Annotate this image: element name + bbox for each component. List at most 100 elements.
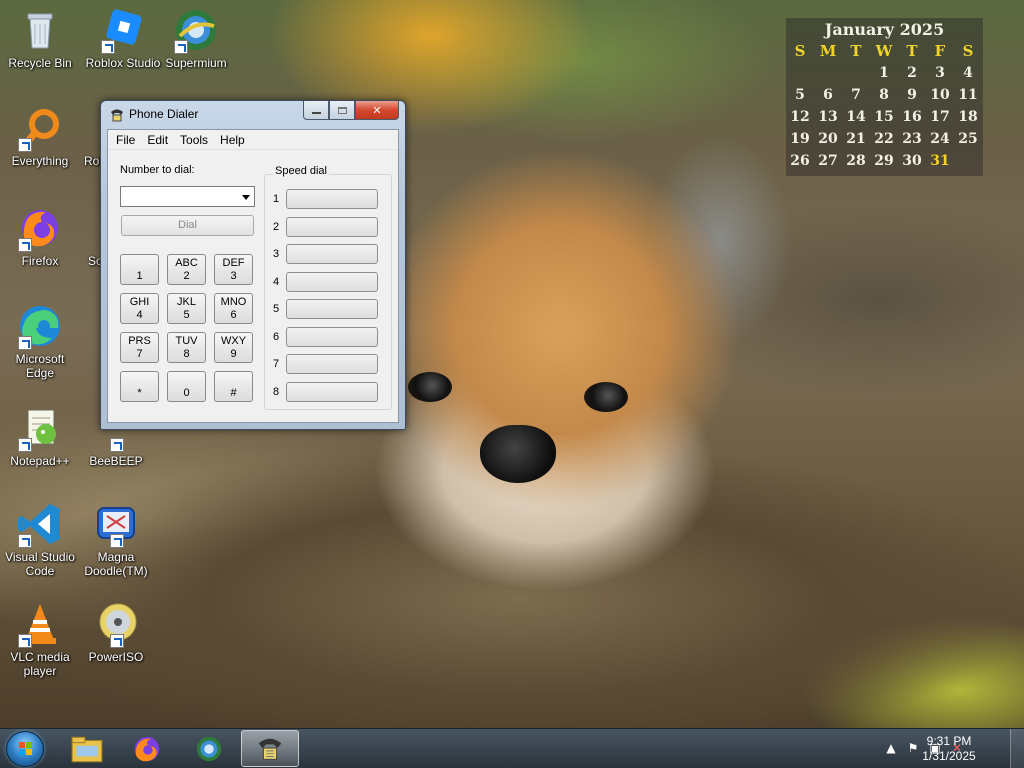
shortcut-arrow-icon bbox=[18, 336, 32, 350]
calendar-day: 1 bbox=[879, 65, 889, 81]
phone-dialer-window[interactable]: Phone Dialer ✕ File Edit Tools Help Numb… bbox=[100, 100, 406, 430]
menu-bar: File Edit Tools Help bbox=[108, 130, 398, 150]
desktop-icon-roblox-studio[interactable]: Roblox Studio bbox=[83, 6, 163, 70]
taskbar-phone-dialer-button[interactable] bbox=[241, 730, 299, 767]
calendar-day: 27 bbox=[818, 153, 838, 169]
menu-file[interactable]: File bbox=[110, 130, 141, 149]
speed-dial-button-2[interactable] bbox=[286, 216, 378, 237]
shortcut-arrow-icon bbox=[18, 534, 32, 548]
keypad-key-2[interactable]: ABC 2 bbox=[167, 254, 206, 285]
speed-dial-number: 8 bbox=[273, 385, 280, 398]
speed-dial-button-8[interactable] bbox=[286, 381, 378, 402]
show-hidden-icons-icon[interactable]: ▲ bbox=[884, 741, 898, 755]
calendar-day: 29 bbox=[874, 153, 894, 169]
desktop-icon-edge[interactable]: Microsoft Edge bbox=[0, 302, 80, 380]
everything-icon bbox=[16, 104, 64, 152]
key-letters: GHI bbox=[129, 296, 150, 308]
keypad-key-3[interactable]: DEF 3 bbox=[214, 254, 253, 285]
speed-dial-button-3[interactable] bbox=[286, 244, 378, 264]
supermium-icon bbox=[196, 736, 222, 761]
keypad-key-0[interactable]: 0 bbox=[167, 371, 206, 402]
key-digit: 5 bbox=[183, 309, 190, 321]
key-letters: MNO bbox=[220, 296, 247, 308]
key-digit: 2 bbox=[183, 270, 190, 282]
fox-nose bbox=[480, 425, 556, 483]
clock-date: 1/31/2025 bbox=[922, 749, 976, 763]
window-titlebar[interactable]: Phone Dialer ✕ bbox=[101, 101, 405, 127]
menu-help[interactable]: Help bbox=[214, 130, 251, 149]
calendar-day: 6 bbox=[823, 87, 833, 103]
speed-dial-button-7[interactable] bbox=[286, 354, 378, 374]
key-letters: TUV bbox=[175, 335, 198, 347]
keypad-key-9[interactable]: WXY 9 bbox=[214, 332, 253, 363]
keypad-key-star[interactable]: * bbox=[120, 371, 159, 402]
explorer-icon bbox=[71, 736, 103, 762]
taskbar-supermium-button[interactable] bbox=[180, 730, 238, 767]
desktop-icon-roblox[interactable]: Rol bbox=[62, 104, 102, 168]
desktop-icon-sc[interactable]: Sc bbox=[62, 204, 102, 268]
number-to-dial-label: Number to dial: bbox=[120, 164, 195, 176]
desktop-icon-recycle-bin[interactable]: Recycle Bin bbox=[0, 6, 80, 70]
start-button[interactable] bbox=[6, 731, 44, 767]
shortcut-arrow-icon bbox=[110, 634, 124, 648]
show-desktop-button[interactable] bbox=[1010, 729, 1024, 768]
taskbar-explorer-button[interactable] bbox=[58, 730, 116, 767]
key-letters bbox=[215, 374, 252, 387]
keypad-key-6[interactable]: MNO 6 bbox=[214, 293, 253, 324]
key-digit: 0 bbox=[183, 387, 190, 399]
minimize-button[interactable] bbox=[303, 101, 329, 120]
keypad-key-8[interactable]: TUV 8 bbox=[167, 332, 206, 363]
calendar-weekday: S bbox=[962, 42, 974, 60]
key-letters: PRS bbox=[128, 335, 151, 347]
menu-edit[interactable]: Edit bbox=[141, 130, 174, 149]
number-to-dial-combobox[interactable] bbox=[120, 186, 255, 207]
calendar-day: 11 bbox=[958, 87, 978, 103]
calendar-day: 3 bbox=[935, 65, 945, 81]
calendar-day: 12 bbox=[790, 109, 810, 125]
shortcut-arrow-icon bbox=[18, 634, 32, 648]
window-title: Phone Dialer bbox=[129, 107, 199, 121]
calendar-day: 24 bbox=[930, 131, 950, 147]
desktop-icon-magna-doodle[interactable]: Magna Doodle(TM) bbox=[76, 500, 156, 578]
clock-time: 9:31 PM bbox=[926, 734, 972, 748]
chevron-down-icon[interactable] bbox=[242, 195, 250, 200]
keypad-key-hash[interactable]: # bbox=[214, 371, 253, 402]
key-digit: 7 bbox=[136, 348, 143, 360]
calendar-day: 2 bbox=[907, 65, 917, 81]
desktop-icon-vscode[interactable]: Visual Studio Code bbox=[0, 500, 80, 578]
key-letters bbox=[121, 257, 158, 270]
close-button[interactable]: ✕ bbox=[355, 101, 399, 120]
dial-button[interactable]: Dial bbox=[121, 215, 254, 236]
firefox-icon bbox=[134, 736, 160, 761]
desktop-icon-vlc[interactable]: VLC media player bbox=[0, 600, 80, 678]
calendar-weekday: W bbox=[875, 42, 893, 60]
desktop-icon-supermium[interactable]: Supermium bbox=[156, 6, 236, 70]
minimize-icon bbox=[311, 111, 321, 114]
desktop-icon-notepad-plus-plus[interactable]: Notepad++ bbox=[0, 404, 80, 468]
keypad-key-5[interactable]: JKL 5 bbox=[167, 293, 206, 324]
taskbar-firefox-button[interactable] bbox=[118, 730, 176, 767]
maximize-button[interactable] bbox=[329, 101, 355, 120]
calendar-day: 15 bbox=[874, 109, 894, 125]
keypad-key-4[interactable]: GHI 4 bbox=[120, 293, 159, 324]
calendar-day: 30 bbox=[902, 153, 922, 169]
keypad-key-1[interactable]: 1 bbox=[120, 254, 159, 285]
edge-icon bbox=[16, 302, 64, 350]
keypad-key-7[interactable]: PRS 7 bbox=[120, 332, 159, 363]
desktop-icon-poweriso[interactable]: PowerISO bbox=[76, 600, 156, 664]
speed-dial-number: 5 bbox=[273, 303, 280, 315]
speed-dial-button-5[interactable] bbox=[286, 299, 378, 319]
calendar-gadget[interactable]: January 2025 S M T W T F S 1 2 3 4 5 6 7 8 9 10 11 12 13 14 1… bbox=[786, 18, 983, 176]
shortcut-arrow-icon bbox=[101, 40, 115, 54]
speed-dial-button-1[interactable] bbox=[286, 189, 378, 209]
menu-tools[interactable]: Tools bbox=[174, 130, 214, 149]
calendar-weekday: M bbox=[819, 42, 837, 60]
calendar-title: January 2025 bbox=[824, 20, 945, 39]
speed-dial-button-4[interactable] bbox=[286, 271, 378, 292]
speed-dial-button-6[interactable] bbox=[286, 326, 378, 347]
maximize-icon bbox=[337, 106, 347, 114]
calendar-day: 13 bbox=[818, 109, 838, 125]
key-digit: * bbox=[137, 387, 142, 399]
taskbar-clock[interactable]: 9:31 PM 1/31/2025 bbox=[914, 734, 984, 764]
key-digit: 8 bbox=[183, 348, 190, 360]
